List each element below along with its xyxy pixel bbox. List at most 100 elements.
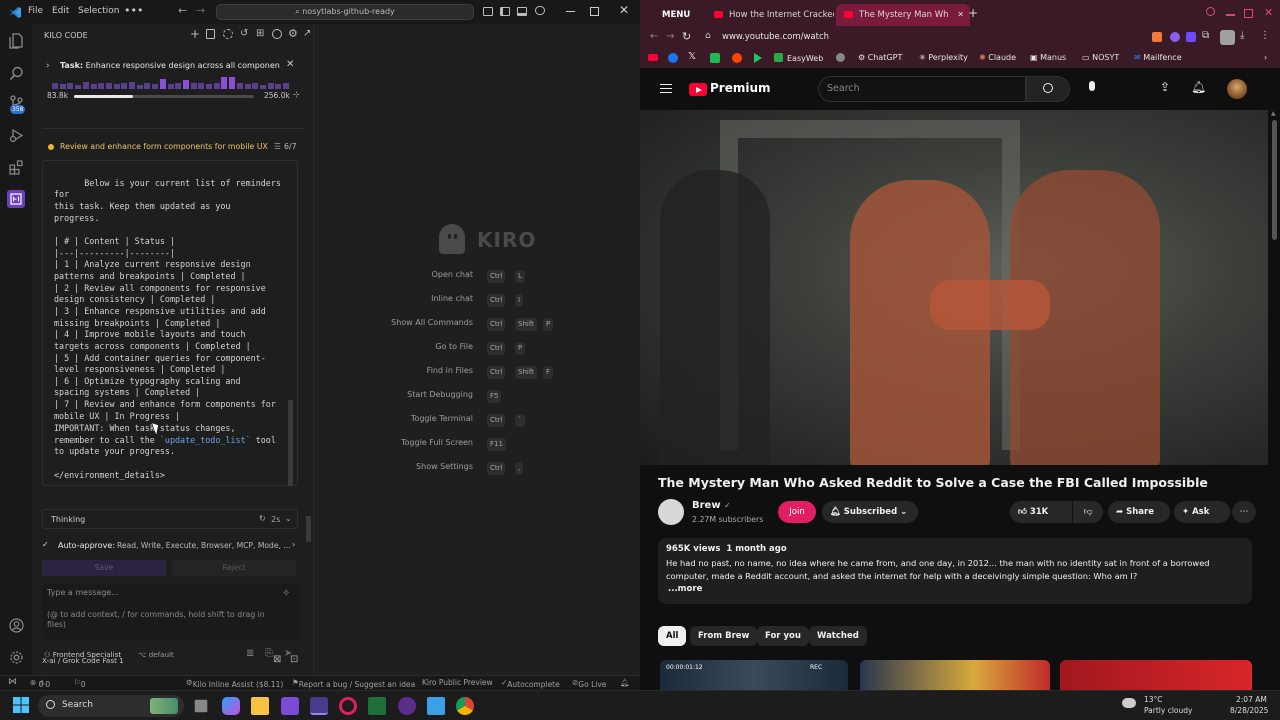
facebook-bookmark-icon[interactable] xyxy=(668,53,678,63)
bookmark-wordpress[interactable] xyxy=(836,53,845,63)
ask-button[interactable]: ✦ Ask xyxy=(1174,501,1230,523)
stack-icon[interactable]: ≣ xyxy=(246,648,254,659)
show-more-link[interactable]: ...more xyxy=(668,584,702,594)
chip-for-you[interactable]: For you xyxy=(757,626,809,646)
chevron-right-icon[interactable]: › xyxy=(46,61,50,71)
menu-edit[interactable]: Edit xyxy=(52,6,69,16)
bookmark-claude[interactable]: ✺ Claude xyxy=(979,53,1016,62)
shortcut-row[interactable]: Go to File Ctrl P xyxy=(315,342,640,356)
manage-gear-icon[interactable] xyxy=(7,648,25,666)
user-avatar[interactable] xyxy=(1227,79,1247,99)
back-arrow-icon[interactable]: ← xyxy=(178,4,187,17)
bookmark-easyweb[interactable]: EasyWeb xyxy=(774,53,823,63)
profile-selector[interactable]: ⌥ default xyxy=(138,650,174,662)
weather-temp[interactable]: 13°C xyxy=(1144,695,1163,704)
chat-bubble-icon[interactable] xyxy=(535,6,545,15)
join-button[interactable]: Join xyxy=(778,501,816,523)
clock-date[interactable]: 8/28/2025 xyxy=(1230,706,1268,715)
menu-file[interactable]: File xyxy=(28,6,43,16)
mcp-servers-icon[interactable] xyxy=(223,29,233,39)
copilot-icon[interactable] xyxy=(222,697,240,715)
clock-time[interactable]: 2:07 AM xyxy=(1236,695,1267,704)
minimize-icon[interactable] xyxy=(1226,14,1235,16)
terminal-icon[interactable] xyxy=(368,697,386,715)
channel-name[interactable]: Brew ✓ xyxy=(692,500,731,511)
close-icon[interactable]: ✕ xyxy=(1264,6,1273,19)
run-debug-icon[interactable] xyxy=(7,126,25,144)
hamburger-menu-icon[interactable] xyxy=(660,84,672,93)
tab-close-icon[interactable]: ✕ xyxy=(957,4,964,26)
toggle-panel-icon[interactable] xyxy=(483,7,493,16)
kilo-vscode-icon[interactable] xyxy=(310,697,328,715)
subscribed-button[interactable]: 🔔︎ Subscribed ⌄ xyxy=(822,501,918,523)
task-view-icon[interactable] xyxy=(194,699,208,713)
reload-icon[interactable]: ↻ xyxy=(682,30,691,43)
chrome-icon[interactable] xyxy=(456,697,474,715)
menu-more-icon[interactable]: ••• xyxy=(124,4,143,17)
prompts-icon[interactable] xyxy=(206,29,215,39)
extensions-icon[interactable] xyxy=(7,158,25,176)
new-task-icon[interactable]: + xyxy=(190,27,200,41)
forward-arrow-icon[interactable]: → xyxy=(666,31,674,42)
minimize-icon[interactable] xyxy=(566,11,575,12)
back-arrow-icon[interactable]: ← xyxy=(650,31,658,42)
explorer-icon[interactable] xyxy=(7,32,25,50)
chat-input-box[interactable]: Type a message... ✧ (@ to add context, /… xyxy=(42,584,300,640)
close-task-icon[interactable]: ✕ xyxy=(286,59,294,70)
new-tab-icon[interactable]: + xyxy=(968,6,978,20)
shortcut-row[interactable]: Toggle Full Screen F11 xyxy=(315,438,640,452)
tab-mystery-man[interactable]: The Mystery Man Wh ✕ xyxy=(836,4,970,26)
voice-search-mic-icon[interactable] xyxy=(1089,81,1095,91)
taskbar-search[interactable]: Search xyxy=(38,695,184,717)
shortcut-row[interactable]: Open chat Ctrl L xyxy=(315,270,640,284)
command-center[interactable]: ⌕ nosytlabs-github-ready xyxy=(216,4,474,20)
menu-selection[interactable]: Selection xyxy=(78,6,119,16)
forward-arrow-icon[interactable]: → xyxy=(196,4,205,17)
profile-avatar[interactable] xyxy=(1220,30,1235,45)
shortcut-row[interactable]: Start Debugging F5 xyxy=(315,390,640,404)
autocomplete-status[interactable]: ✓ Autocomplete xyxy=(501,678,560,689)
windows-start-icon[interactable] xyxy=(13,697,31,715)
toggle-bottom-panel-icon[interactable] xyxy=(517,7,527,16)
marketplace-icon[interactable]: ⊞ xyxy=(256,28,264,39)
close-icon[interactable]: ✕ xyxy=(619,3,629,17)
profile-icon[interactable] xyxy=(272,29,282,39)
attach-icon[interactable]: ⎘ xyxy=(265,648,273,659)
bookmark-perplexity[interactable]: ✳ Perplexity xyxy=(919,53,968,62)
description-box[interactable]: 965K views 1 month ago He had no past, n… xyxy=(658,538,1252,604)
youtube-premium-brand[interactable]: Premium xyxy=(710,81,771,95)
search-tabs-icon[interactable] xyxy=(1206,7,1215,16)
search-icon[interactable] xyxy=(7,64,25,82)
auto-approve-row[interactable]: ✓ Auto-approve: Read, Write, Execute, Br… xyxy=(42,540,304,554)
shortcut-row[interactable]: Inline chat Ctrl I xyxy=(315,294,640,308)
notifications-bell-icon[interactable]: 🔔︎ xyxy=(1191,80,1206,94)
kiro-preview[interactable]: Kiro Public Preview xyxy=(422,678,493,687)
create-upload-icon[interactable]: ⇪ xyxy=(1160,80,1170,94)
kilo-image-icon[interactable]: ⊡ xyxy=(290,654,298,665)
shortcut-row[interactable]: Find in Files Ctrl Shift F xyxy=(315,366,640,380)
recommended-thumbnail[interactable] xyxy=(1060,660,1252,690)
open-in-editor-icon[interactable]: ↗ xyxy=(303,28,311,39)
youtube-bookmark-icon[interactable] xyxy=(648,54,658,61)
reddit-bookmark-icon[interactable] xyxy=(732,53,742,63)
maximize-icon[interactable] xyxy=(590,7,599,16)
video-player[interactable] xyxy=(640,110,1268,465)
youtube-search-box[interactable]: Search xyxy=(818,76,1026,102)
site-info-icon[interactable]: ⌂ xyxy=(705,31,711,41)
more-actions-button[interactable]: ⋯ xyxy=(1232,501,1256,523)
play-bookmark-icon[interactable] xyxy=(754,53,762,63)
download-icon[interactable]: ⤓ xyxy=(1240,30,1244,41)
shortcut-row[interactable]: Show All Commands Ctrl Shift P xyxy=(315,318,640,332)
shortcut-row[interactable]: Show Settings Ctrl, xyxy=(315,462,640,476)
settings-gear-icon[interactable]: ⚙ xyxy=(288,27,298,40)
page-scrollbar[interactable]: ▲ xyxy=(1269,110,1280,690)
weather-desc[interactable]: Partly cloudy xyxy=(1144,706,1192,715)
bookmark-mailfence[interactable]: ✉ Mailfence xyxy=(1134,53,1182,62)
chip-watched[interactable]: Watched xyxy=(809,626,867,646)
maximize-icon[interactable] xyxy=(1244,9,1253,18)
account-icon[interactable] xyxy=(7,616,25,634)
file-explorer-icon[interactable] xyxy=(251,697,269,715)
panel-scrollbar[interactable] xyxy=(306,516,311,542)
report-bug[interactable]: ⚑ Report a bug / Suggest an idea xyxy=(292,678,415,689)
address-bar[interactable]: www.youtube.com/watch xyxy=(722,32,829,42)
